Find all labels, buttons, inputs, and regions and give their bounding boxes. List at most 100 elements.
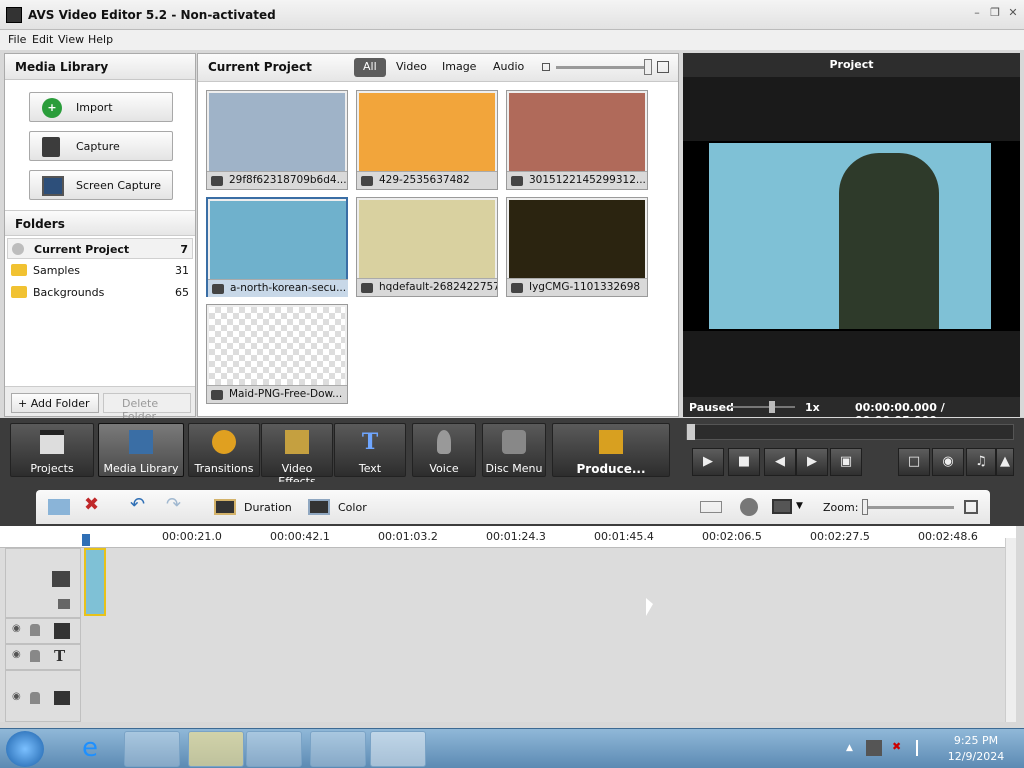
flag-icon[interactable] bbox=[916, 740, 930, 756]
filter-all[interactable]: All bbox=[354, 58, 386, 77]
lock-icon[interactable] bbox=[30, 692, 40, 704]
menu-help[interactable]: Help bbox=[85, 32, 116, 47]
media-type-icon bbox=[511, 283, 523, 293]
close-icon[interactable]: ✕ bbox=[1006, 6, 1020, 20]
clock[interactable]: 9:25 PM 12/9/2024 bbox=[944, 733, 1008, 765]
color-icon[interactable] bbox=[308, 499, 330, 515]
text-button[interactable]: T Text bbox=[334, 423, 406, 477]
eye-icon[interactable]: ◉ bbox=[12, 623, 21, 634]
webcam-icon[interactable] bbox=[740, 498, 758, 516]
avs-editor-task-icon[interactable] bbox=[370, 731, 426, 767]
minimize-icon[interactable]: – bbox=[970, 6, 984, 20]
video-effects-button[interactable]: Video Effects bbox=[261, 423, 333, 488]
undo-icon[interactable]: ↶ bbox=[130, 496, 145, 514]
folder-count: 65 bbox=[175, 286, 189, 299]
volume-muted-icon[interactable]: ✖ bbox=[892, 740, 908, 756]
thumb-size-slider[interactable] bbox=[556, 66, 652, 69]
redo-icon[interactable]: ↷ bbox=[166, 496, 181, 514]
filter-video[interactable]: Video bbox=[387, 58, 436, 77]
monitor-icon[interactable]: □ bbox=[898, 448, 930, 476]
projects-button[interactable]: Projects bbox=[10, 423, 94, 477]
menu-view[interactable]: View bbox=[55, 32, 87, 47]
display-mode-icon[interactable] bbox=[772, 499, 792, 514]
zoom-handle[interactable] bbox=[862, 499, 868, 515]
media-thumbnail bbox=[209, 307, 345, 385]
seek-handle[interactable] bbox=[687, 424, 695, 440]
media-item[interactable]: IygCMG-1101332698 bbox=[506, 197, 648, 297]
folder-current-project[interactable]: Current Project 7 bbox=[7, 238, 193, 259]
speed-slider[interactable] bbox=[731, 406, 795, 408]
duration-icon[interactable] bbox=[214, 499, 236, 515]
media-item[interactable]: 29f8f62318709b6d4... bbox=[206, 90, 348, 190]
voice-button[interactable]: Voice bbox=[412, 423, 476, 477]
large-thumb-icon[interactable] bbox=[657, 61, 669, 73]
seek-bar[interactable] bbox=[686, 424, 1014, 440]
transitions-button[interactable]: Transitions bbox=[188, 423, 260, 477]
lock-icon[interactable] bbox=[30, 650, 40, 662]
folder-actions: + Add Folder Delete Folder bbox=[5, 386, 195, 423]
zoom-slider[interactable] bbox=[862, 506, 954, 509]
stop-icon[interactable]: ■ bbox=[728, 448, 760, 476]
ie-icon[interactable]: e bbox=[66, 733, 114, 765]
media-library-button[interactable]: Media Library bbox=[98, 423, 184, 477]
media-type-icon bbox=[361, 283, 373, 293]
tray-chevron-icon[interactable]: ▲ bbox=[846, 743, 853, 753]
menu-edit[interactable]: Edit bbox=[29, 32, 56, 47]
network-icon[interactable] bbox=[866, 740, 882, 756]
small-thumb-icon[interactable] bbox=[542, 63, 550, 71]
filter-image[interactable]: Image bbox=[433, 58, 485, 77]
start-button[interactable] bbox=[6, 731, 44, 767]
folder-samples[interactable]: Samples 31 bbox=[7, 260, 193, 281]
media-library-icon bbox=[129, 430, 153, 454]
eye-icon[interactable]: ◉ bbox=[12, 649, 21, 660]
produce-button[interactable]: Produce... bbox=[552, 423, 670, 477]
media-item-selected[interactable]: a-north-korean-secu... bbox=[206, 197, 348, 297]
fit-icon[interactable] bbox=[964, 500, 978, 514]
screen-capture-button[interactable]: Screen Capture bbox=[29, 170, 173, 200]
folder-count: 31 bbox=[175, 264, 189, 277]
explorer-icon[interactable] bbox=[188, 731, 244, 767]
duration-label[interactable]: Duration bbox=[244, 501, 292, 514]
media-name: a-north-korean-secu... bbox=[230, 282, 347, 294]
color-label[interactable]: Color bbox=[338, 501, 367, 514]
playhead-icon[interactable] bbox=[82, 534, 90, 546]
timeline-ruler[interactable]: 00:00:21.0 00:00:42.1 00:01:03.2 00:01:2… bbox=[0, 526, 1016, 548]
delete-icon[interactable]: ✖ bbox=[84, 496, 99, 514]
add-to-timeline-icon[interactable] bbox=[48, 499, 70, 515]
transitions-label: Transitions bbox=[194, 462, 254, 475]
fullscreen-icon[interactable]: ▣ bbox=[830, 448, 862, 476]
previous-frame-icon[interactable]: ◀ bbox=[764, 448, 796, 476]
chevron-down-icon[interactable]: ▼ bbox=[796, 501, 803, 511]
vertical-scrollbar[interactable] bbox=[1005, 538, 1016, 722]
media-player-icon[interactable] bbox=[246, 731, 302, 767]
firefox-icon[interactable] bbox=[124, 731, 180, 767]
filter-audio[interactable]: Audio bbox=[484, 58, 533, 77]
media-item[interactable]: Maid-PNG-Free-Dow... bbox=[206, 304, 348, 404]
menu-file[interactable]: File bbox=[5, 32, 29, 47]
volume-up-icon[interactable]: ▲ bbox=[996, 448, 1014, 476]
timeline-tracks[interactable]: ◉ ◉ T ◉ bbox=[0, 538, 1016, 722]
video-clip[interactable] bbox=[84, 548, 106, 616]
capture-button[interactable]: Capture bbox=[29, 131, 173, 161]
clock-time: 9:25 PM bbox=[953, 734, 999, 747]
thumb-size-handle[interactable] bbox=[644, 59, 652, 75]
disc-menu-button[interactable]: Disc Menu bbox=[482, 423, 546, 477]
restore-icon[interactable]: ❐ bbox=[988, 6, 1002, 20]
eye-icon[interactable]: ◉ bbox=[12, 691, 21, 702]
next-frame-icon[interactable]: ▶ bbox=[796, 448, 828, 476]
folder-backgrounds[interactable]: Backgrounds 65 bbox=[7, 282, 193, 303]
split-icon[interactable] bbox=[700, 501, 722, 513]
media-item[interactable]: hqdefault-2682422757 bbox=[356, 197, 498, 297]
preview-title: Project bbox=[683, 53, 1020, 77]
delete-folder-button[interactable]: Delete Folder bbox=[103, 393, 191, 423]
snapshot-icon[interactable]: ◉ bbox=[932, 448, 964, 476]
media-item[interactable]: 429-2535637482 bbox=[356, 90, 498, 190]
import-button[interactable]: + Import bbox=[29, 92, 173, 122]
volume-icon[interactable]: ♫ bbox=[966, 448, 996, 476]
media-item[interactable]: 3015122145299312... bbox=[506, 90, 648, 190]
add-folder-button[interactable]: + Add Folder bbox=[11, 393, 99, 413]
app-icon-green[interactable] bbox=[310, 731, 366, 767]
play-icon[interactable]: ▶ bbox=[692, 448, 724, 476]
lock-icon[interactable] bbox=[30, 624, 40, 636]
speed-handle[interactable] bbox=[769, 401, 775, 413]
